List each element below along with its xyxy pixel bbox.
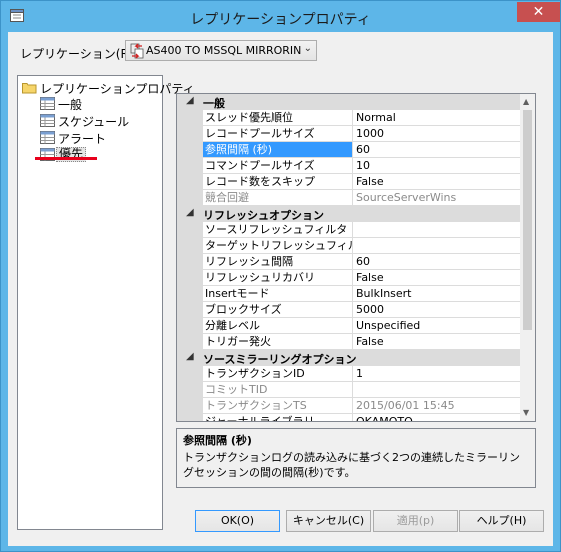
description-text: トランザクションログの読み込みに基づく2つの連続したミラーリングセッションの間の… — [183, 451, 520, 479]
property-value[interactable] — [352, 238, 524, 254]
apply-button[interactable]: 適用(p) — [373, 510, 458, 532]
property-name: コミットTID — [203, 382, 352, 398]
property-name: レコード数をスキップ — [203, 174, 352, 190]
property-row[interactable]: 分離レベル Unspecified — [177, 318, 524, 334]
property-row[interactable]: トランザクションTS 2015/06/01 15:45 — [177, 398, 524, 414]
property-row[interactable]: ソースリフレッシュフィルタ — [177, 222, 524, 238]
table-icon — [40, 97, 55, 110]
property-row[interactable]: コマンドプールサイズ 10 — [177, 158, 524, 174]
grid-category-title: ソースミラーリングオプション — [203, 353, 357, 366]
chevron-down-icon: ⌄ — [303, 43, 312, 54]
property-row[interactable]: Insertモード BulkInsert — [177, 286, 524, 302]
close-button[interactable]: ✕ — [517, 2, 560, 22]
close-icon: ✕ — [532, 4, 545, 20]
property-value[interactable]: Normal — [352, 110, 524, 126]
property-name: 分離レベル — [203, 318, 352, 334]
scrollbar-thumb[interactable] — [523, 110, 532, 330]
property-name: ソースリフレッシュフィルタ — [203, 222, 352, 238]
window-title: レプリケーションプロパティ — [190, 12, 371, 28]
replication-icon — [130, 43, 144, 59]
property-value[interactable] — [352, 222, 524, 238]
property-name: コマンドプールサイズ — [203, 158, 352, 174]
table-icon — [40, 131, 55, 144]
property-name: リフレッシュリカバリ — [203, 270, 352, 286]
grid-category[interactable]: ◢ リフレッシュオプション — [177, 206, 520, 222]
property-row[interactable]: リフレッシュ間隔 60 — [177, 254, 524, 270]
property-row[interactable]: 競合回避 SourceServerWins — [177, 190, 524, 206]
property-name: ブロックサイズ — [203, 302, 352, 318]
cancel-button[interactable]: キャンセル(C) — [286, 510, 371, 532]
title-bar[interactable]: レプリケーションプロパティ ✕ — [1, 1, 560, 32]
property-name: スレッド優先順位 — [203, 110, 352, 126]
property-row[interactable]: リフレッシュリカバリ False — [177, 270, 524, 286]
property-value[interactable]: 10 — [352, 158, 524, 174]
property-row[interactable]: ブロックサイズ 5000 — [177, 302, 524, 318]
grid-category[interactable]: ◢ 一般 — [177, 94, 520, 110]
vertical-scrollbar[interactable]: ▲ ▼ — [520, 94, 535, 421]
property-value: 2015/06/01 15:45 — [352, 398, 524, 414]
property-name: レコードプールサイズ — [203, 126, 352, 142]
grid-category-title: リフレッシュオプション — [203, 209, 324, 222]
tree-item-label: アラート — [58, 132, 107, 146]
property-name: ジャーナルライブラリ — [203, 414, 352, 421]
property-row[interactable]: スレッド優先順位 Normal — [177, 110, 524, 126]
property-value[interactable]: 60 — [352, 254, 524, 270]
collapse-icon[interactable]: ◢ — [186, 207, 194, 218]
table-icon — [40, 114, 55, 127]
property-value[interactable]: False — [352, 270, 524, 286]
help-button[interactable]: ヘルプ(H) — [459, 510, 544, 532]
property-value[interactable]: False — [352, 334, 524, 350]
property-name: Insertモード — [203, 286, 352, 302]
property-row[interactable]: ジャーナルライブラリ OKAMOTO — [177, 414, 520, 421]
property-row[interactable]: コミットTID — [177, 382, 524, 398]
property-name: トランザクションTS — [203, 398, 352, 414]
tree-item-label: スケジュール — [58, 115, 130, 129]
property-name: トリガー発火 — [203, 334, 352, 350]
tree-root-label: レプリケーションプロパティ — [40, 82, 195, 96]
collapse-icon[interactable]: ◢ — [186, 351, 194, 362]
property-row[interactable]: レコードプールサイズ 1000 — [177, 126, 524, 142]
collapse-icon[interactable]: ◢ — [186, 95, 194, 106]
property-value[interactable]: BulkInsert — [352, 286, 524, 302]
property-value — [352, 382, 524, 398]
grid-category-title: 一般 — [203, 97, 225, 110]
property-row[interactable]: トランザクションID 1 — [177, 366, 524, 382]
property-value[interactable]: OKAMOTO — [352, 414, 524, 421]
ok-button[interactable]: OK(O) — [195, 510, 280, 532]
property-value[interactable]: 1 — [352, 366, 524, 382]
description-panel: 参照間隔 (秒) トランザクションログの読み込みに基づく2つの連続したミラーリン… — [176, 428, 536, 488]
property-value[interactable]: Unspecified — [352, 318, 524, 334]
property-row[interactable]: ターゲットリフレッシュフィルタ — [177, 238, 524, 254]
replication-select-value: AS400 TO MSSQL MIRRORIN — [146, 44, 302, 57]
property-name: 競合回避 — [203, 190, 352, 206]
property-row[interactable]: 参照間隔 (秒) 60 — [177, 142, 524, 158]
property-row[interactable]: レコード数をスキップ False — [177, 174, 524, 190]
property-value[interactable]: 1000 — [352, 126, 524, 142]
property-name: 参照間隔 (秒) — [203, 142, 352, 158]
property-value[interactable]: False — [352, 174, 524, 190]
scroll-up-icon[interactable]: ▲ — [523, 97, 529, 106]
property-name: リフレッシュ間隔 — [203, 254, 352, 270]
tree-item-label: 一般 — [58, 98, 83, 112]
property-name: ターゲットリフレッシュフィルタ — [203, 238, 352, 254]
property-grid: ◢ 一般 スレッド優先順位 Normal レコードプールサイズ 1000 参照間隔 (秒) 6… — [176, 93, 536, 422]
property-value[interactable]: 5000 — [352, 302, 524, 318]
property-value[interactable]: 60 — [352, 142, 524, 158]
property-name: トランザクションID — [203, 366, 352, 382]
property-value: SourceServerWins — [352, 190, 524, 206]
properties-window: レプリケーションプロパティ ✕ レプリケーション(R) AS400 TO MSS… — [0, 0, 561, 552]
red-underline-annotation — [35, 157, 97, 160]
replication-select[interactable]: AS400 TO MSSQL MIRRORIN ⌄ — [125, 40, 317, 61]
folder-icon — [22, 83, 37, 94]
property-row[interactable]: トリガー発火 False — [177, 334, 524, 350]
properties-tree: レプリケーションプロパティ 一般 スケジュール アラート 優先 — [17, 75, 195, 530]
description-title: 参照間隔 (秒) — [183, 434, 252, 447]
replication-label: レプリケーション(R) — [20, 47, 134, 61]
grid-category[interactable]: ◢ ソースミラーリングオプション — [177, 350, 520, 366]
dialog-client: レプリケーション(R) AS400 TO MSSQL MIRRORIN ⌄ レプ… — [8, 32, 553, 546]
scroll-down-icon[interactable]: ▼ — [523, 408, 529, 417]
